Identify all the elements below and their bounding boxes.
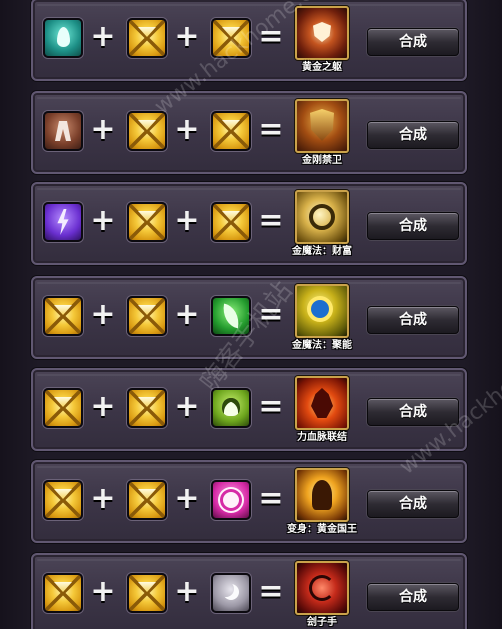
gold-crate-icon[interactable] [211, 202, 251, 242]
result-name: 黄金之躯 [302, 62, 342, 73]
executioner-icon[interactable] [295, 561, 349, 615]
equals-sign: = [258, 112, 284, 147]
recipe-row-7: + + = 刽子手 合成 [31, 553, 467, 629]
result-name: 金魔法：财富 [292, 246, 352, 257]
golden-shield-icon[interactable] [295, 99, 349, 153]
teal-water-drop-icon[interactable] [43, 18, 83, 58]
synthesize-button[interactable]: 合成 [367, 583, 459, 611]
equals-sign: = [258, 574, 284, 609]
plus-sign: + [90, 112, 116, 147]
green-leaf-icon[interactable] [211, 296, 251, 336]
result-name: 刽子手 [307, 617, 337, 628]
plus-sign: + [174, 112, 200, 147]
equals-sign: = [258, 19, 284, 54]
plus-sign: + [90, 481, 116, 516]
recipe-list: + + = 黄金之躯 合成 + + = 金刚禁卫 合成 + + = 金魔法：财富… [0, 0, 502, 629]
gold-crate-icon[interactable] [127, 388, 167, 428]
synthesize-button[interactable]: 合成 [367, 490, 459, 518]
plus-sign: + [90, 19, 116, 54]
plus-sign: + [90, 574, 116, 609]
plus-sign: + [174, 574, 200, 609]
synthesize-button[interactable]: 合成 [367, 306, 459, 334]
gold-magic-gather-icon[interactable] [295, 284, 349, 338]
synthesize-button[interactable]: 合成 [367, 212, 459, 240]
gold-crate-icon[interactable] [43, 388, 83, 428]
blood-link-icon[interactable] [295, 376, 349, 430]
result-name: 金魔法：聚能 [292, 340, 352, 351]
gold-crate-icon[interactable] [127, 296, 167, 336]
recipe-row-1: + + = 黄金之躯 合成 [31, 0, 467, 81]
plus-sign: + [90, 203, 116, 238]
recipe-row-3: + + = 金魔法：财富 合成 [31, 182, 467, 265]
lime-skull-icon[interactable] [211, 388, 251, 428]
gold-crate-icon[interactable] [211, 111, 251, 151]
golden-king-icon[interactable] [295, 468, 349, 522]
gray-moon-icon[interactable] [211, 573, 251, 613]
plus-sign: + [174, 19, 200, 54]
equals-sign: = [258, 389, 284, 424]
gold-magic-wealth-icon[interactable] [295, 190, 349, 244]
plus-sign: + [90, 297, 116, 332]
pink-star-icon[interactable] [211, 480, 251, 520]
plus-sign: + [90, 389, 116, 424]
gold-crate-icon[interactable] [43, 296, 83, 336]
equals-sign: = [258, 481, 284, 516]
gold-crate-icon[interactable] [43, 480, 83, 520]
gold-crate-icon[interactable] [211, 18, 251, 58]
gold-crate-icon[interactable] [43, 573, 83, 613]
gold-crate-icon[interactable] [127, 480, 167, 520]
result-name: 金刚禁卫 [302, 155, 342, 166]
synthesize-button[interactable]: 合成 [367, 121, 459, 149]
recipe-row-5: + + = 力血脉联结 合成 [31, 368, 467, 451]
plus-sign: + [174, 297, 200, 332]
gold-crate-icon[interactable] [127, 111, 167, 151]
equals-sign: = [258, 297, 284, 332]
purple-lightning-icon[interactable] [43, 202, 83, 242]
synthesize-button[interactable]: 合成 [367, 28, 459, 56]
result-name: 力血脉联结 [297, 432, 347, 443]
plus-sign: + [174, 389, 200, 424]
gold-crate-icon[interactable] [127, 18, 167, 58]
brown-armor-icon[interactable] [43, 111, 83, 151]
gold-crate-icon[interactable] [127, 202, 167, 242]
golden-body-rune-icon[interactable] [295, 6, 349, 60]
plus-sign: + [174, 481, 200, 516]
recipe-row-6: + + = 变身：黄金国王 合成 [31, 460, 467, 543]
equals-sign: = [258, 203, 284, 238]
result-name: 变身：黄金国王 [287, 524, 357, 535]
recipe-row-4: + + = 金魔法：聚能 合成 [31, 276, 467, 359]
synthesize-button[interactable]: 合成 [367, 398, 459, 426]
gold-crate-icon[interactable] [127, 573, 167, 613]
plus-sign: + [174, 203, 200, 238]
recipe-row-2: + + = 金刚禁卫 合成 [31, 91, 467, 174]
